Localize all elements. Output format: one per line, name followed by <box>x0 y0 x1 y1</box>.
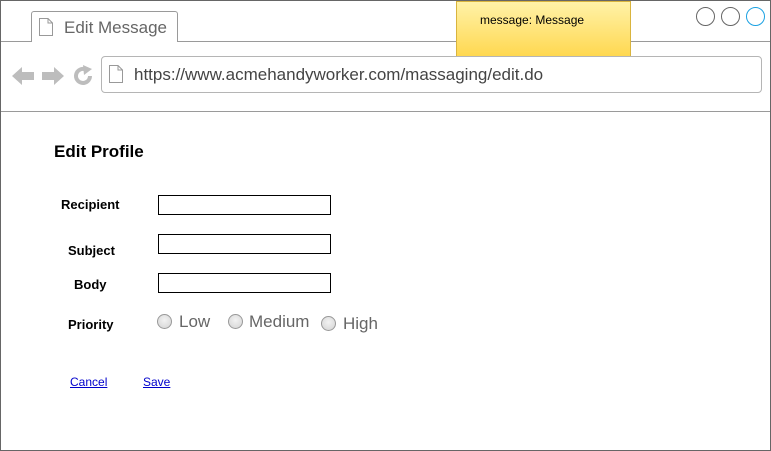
body-label: Body <box>74 277 107 292</box>
forward-arrow-icon[interactable] <box>41 64 65 88</box>
close-button[interactable] <box>746 7 765 26</box>
recipient-field[interactable] <box>158 195 331 215</box>
browser-window: Edit Message message: Message https://ww… <box>0 0 771 451</box>
priority-high-radio[interactable] <box>321 316 336 331</box>
priority-low-radio[interactable] <box>157 314 172 329</box>
tab-edit-message[interactable]: Edit Message <box>31 11 178 42</box>
cancel-link[interactable]: Cancel <box>70 375 107 389</box>
recipient-label: Recipient <box>61 197 120 212</box>
maximize-button[interactable] <box>721 7 740 26</box>
reload-icon[interactable] <box>71 64 95 88</box>
document-icon <box>109 65 123 83</box>
priority-high-label: High <box>343 314 378 333</box>
save-link[interactable]: Save <box>143 375 170 389</box>
page-title: Edit Profile <box>54 142 144 161</box>
subject-label: Subject <box>68 243 115 258</box>
sticky-note-text: message: Message <box>480 13 585 27</box>
address-bar[interactable]: https://www.acmehandyworker.com/massagin… <box>101 56 762 93</box>
priority-low-label: Low <box>179 312 211 331</box>
minimize-button[interactable] <box>696 7 715 26</box>
back-arrow-icon[interactable] <box>11 64 35 88</box>
priority-medium-radio[interactable] <box>228 314 243 329</box>
priority-medium-label: Medium <box>249 312 310 331</box>
url-text: https://www.acmehandyworker.com/massagin… <box>134 65 544 84</box>
subject-field[interactable] <box>158 234 331 254</box>
body-field[interactable] <box>158 273 331 293</box>
priority-label: Priority <box>68 317 114 332</box>
navigation-bar: https://www.acmehandyworker.com/massagin… <box>1 42 770 112</box>
tab-bar: Edit Message <box>1 1 770 42</box>
document-icon <box>39 18 53 36</box>
tab-title: Edit Message <box>64 18 167 37</box>
